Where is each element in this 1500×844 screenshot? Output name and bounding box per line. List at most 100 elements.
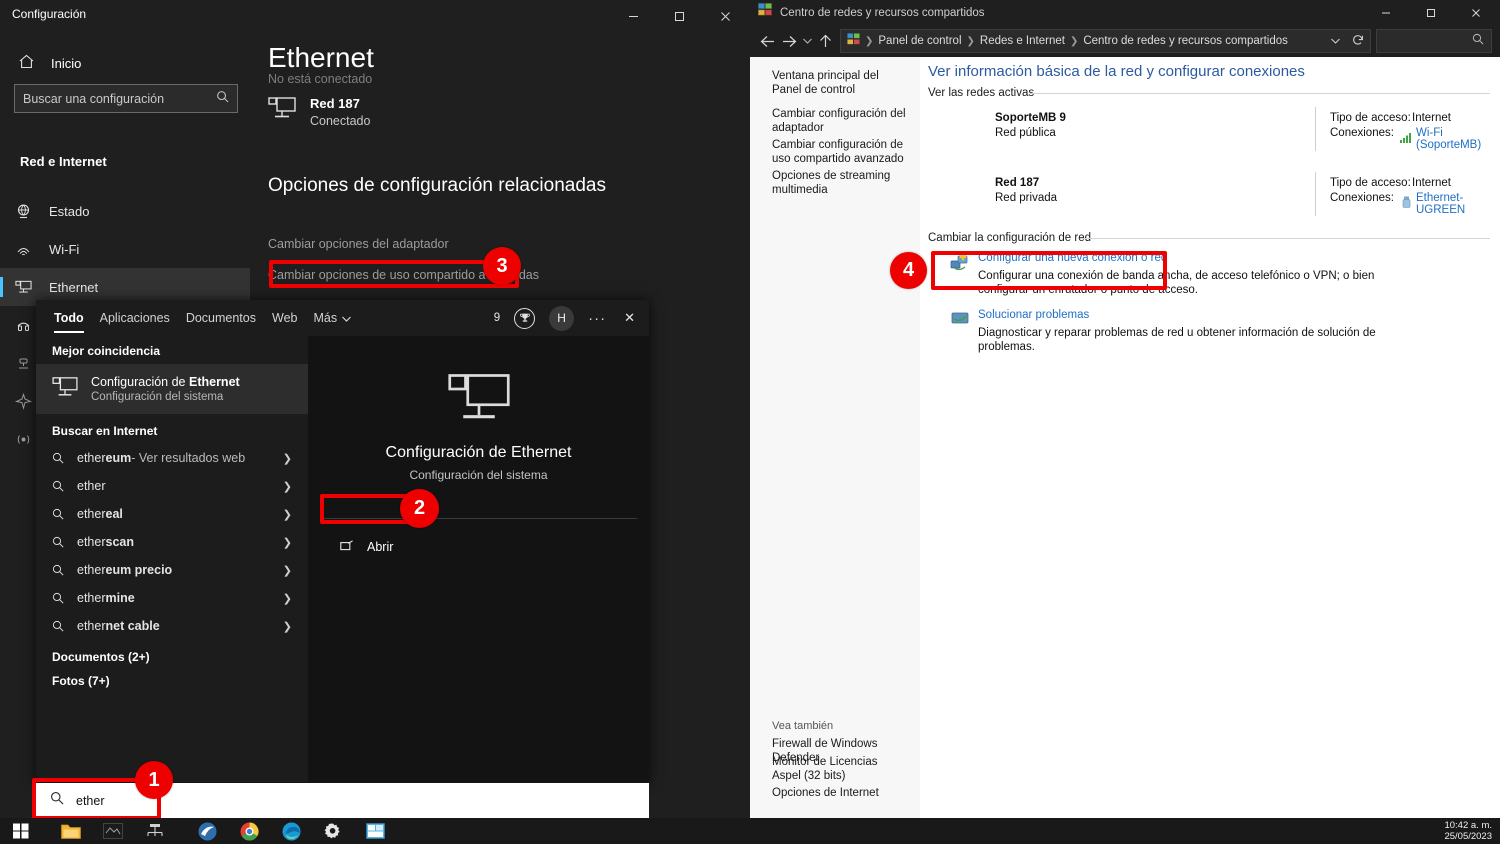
taskbar-clock[interactable]: 10:42 a. m. 25/05/2023 bbox=[1444, 818, 1492, 844]
best-match-result[interactable]: Configuración de Ethernet Configuración … bbox=[36, 364, 308, 414]
setup-new-connection-link[interactable]: Configurar una nueva conexión o red bbox=[978, 252, 1167, 264]
app-dark-icon[interactable] bbox=[92, 818, 134, 844]
network-1-separator bbox=[1315, 107, 1316, 151]
chrome-icon[interactable] bbox=[228, 818, 270, 844]
suggestion-ethereal[interactable]: ether eal ❯ bbox=[36, 500, 308, 528]
search-panel-header: Todo Aplicaciones Documentos Web Más 9 H… bbox=[36, 300, 649, 336]
start-button[interactable] bbox=[0, 818, 42, 844]
change-adapter-options-link[interactable]: Cambiar opciones del adaptador bbox=[268, 237, 449, 251]
search-results-list: Mejor coincidencia Configuración de Ethe… bbox=[36, 336, 308, 782]
tab-todo[interactable]: Todo bbox=[54, 300, 84, 336]
settings-gear-icon[interactable] bbox=[312, 818, 354, 844]
suggestion-bold: mine bbox=[105, 591, 135, 605]
suggestion-ethereum[interactable]: ether eum - Ver resultados web ❯ bbox=[36, 444, 308, 472]
suggestion-ethereum-precio[interactable]: ether eum precio ❯ bbox=[36, 556, 308, 584]
suggestion-prefix: ether bbox=[77, 451, 106, 465]
suggestion-suffix: - Ver resultados web bbox=[131, 451, 246, 465]
link-cambiar-uso-compartido[interactable]: Cambiar configuración de uso compartido … bbox=[772, 138, 907, 166]
network-1-connection[interactable]: Wi-Fi (SoporteMB) bbox=[1400, 127, 1500, 151]
network-2-connection-link[interactable]: Ethernet-UGREEN bbox=[1416, 192, 1500, 216]
see-also-title: Vea también bbox=[772, 720, 834, 732]
breadcrumb-dropdown-icon[interactable] bbox=[1331, 35, 1340, 47]
suggestion-ethermine[interactable]: ether mine ❯ bbox=[36, 584, 308, 612]
suggestion-bold: scan bbox=[105, 535, 135, 549]
settings-section-title: Red e Internet bbox=[20, 154, 107, 169]
edge-icon[interactable] bbox=[270, 818, 312, 844]
setup-new-connection-desc: Configurar una conexión de banda ancha, … bbox=[978, 270, 1375, 296]
ethernet-network-name: Red 187 bbox=[310, 96, 360, 111]
back-button[interactable] bbox=[756, 28, 778, 54]
network-1-connection-link[interactable]: Wi-Fi (SoporteMB) bbox=[1416, 127, 1500, 151]
taskbar-search-box[interactable]: ether bbox=[36, 783, 649, 818]
sidebar-item-home[interactable]: Inicio bbox=[10, 46, 240, 80]
search-icon bbox=[52, 620, 64, 632]
link-monitor-licencias-aspel[interactable]: Monitor de Licencias Aspel (32 bits) bbox=[772, 755, 907, 783]
suggestion-prefix: ether bbox=[77, 563, 106, 577]
taskbar-search-input[interactable]: ether bbox=[76, 794, 105, 808]
control-panel-minimize-button[interactable] bbox=[1363, 0, 1408, 25]
open-button[interactable]: Abrir bbox=[322, 532, 632, 562]
search-icon bbox=[52, 508, 64, 520]
link-ventana-principal[interactable]: Ventana principal del Panel de control bbox=[772, 69, 907, 97]
close-icon[interactable]: ✕ bbox=[620, 310, 639, 326]
search-icon bbox=[52, 564, 64, 576]
troubleshoot-link[interactable]: Solucionar problemas bbox=[978, 309, 1089, 321]
settings-search-box[interactable] bbox=[14, 84, 238, 113]
link-opciones-de-internet[interactable]: Opciones de Internet bbox=[772, 786, 907, 800]
page-title: Ethernet bbox=[268, 42, 374, 73]
fotos-group-label[interactable]: Fotos (7+) bbox=[36, 670, 308, 694]
link-opciones-streaming[interactable]: Opciones de streaming multimedia bbox=[772, 169, 907, 197]
breadcrumb-item-panel-de-control[interactable]: Panel de control bbox=[878, 35, 961, 47]
ethernet-icon bbox=[268, 96, 296, 125]
network-1-connections-label: Conexiones: bbox=[1330, 127, 1394, 139]
ethernet-network-status: Conectado bbox=[310, 114, 371, 128]
breadcrumb[interactable]: ❯ Panel de control ❯ Redes e Internet ❯ … bbox=[840, 29, 1371, 53]
sidebar-item-estado[interactable]: Estado bbox=[0, 192, 250, 230]
control-panel-titlebar: Centro de redes y recursos compartidos bbox=[750, 0, 1500, 25]
documentos-group-label[interactable]: Documentos (2+) bbox=[36, 640, 308, 670]
vpn-icon bbox=[14, 354, 32, 372]
tab-mas[interactable]: Más bbox=[313, 300, 352, 336]
search-panel-header-actions: 9 H ··· ✕ bbox=[494, 300, 639, 336]
network-2-separator bbox=[1315, 172, 1316, 216]
search-icon bbox=[52, 452, 64, 464]
suggestion-ethernet-cable[interactable]: ether net cable ❯ bbox=[36, 612, 308, 640]
link-cambiar-config-adaptador[interactable]: Cambiar configuración del adaptador bbox=[772, 107, 907, 135]
open-button-label: Abrir bbox=[367, 540, 394, 554]
breadcrumb-item-centro-de-redes[interactable]: Centro de redes y recursos compartidos bbox=[1083, 35, 1288, 47]
avatar[interactable]: H bbox=[549, 305, 575, 331]
recent-locations-button[interactable] bbox=[800, 28, 814, 54]
refresh-icon[interactable] bbox=[1352, 34, 1364, 49]
network-2-connection[interactable]: Ethernet-UGREEN bbox=[1402, 192, 1500, 216]
tab-documentos[interactable]: Documentos bbox=[186, 300, 256, 336]
settings-close-button[interactable] bbox=[702, 0, 748, 32]
settings-search-input[interactable] bbox=[23, 91, 216, 106]
settings-minimize-button[interactable] bbox=[610, 0, 656, 32]
control-panel-close-button[interactable] bbox=[1453, 0, 1498, 25]
tab-web[interactable]: Web bbox=[272, 300, 297, 336]
control-panel-search-box[interactable] bbox=[1376, 29, 1492, 53]
suggestion-etherscan[interactable]: ether scan ❯ bbox=[36, 528, 308, 556]
sidebar-item-wifi[interactable]: Wi-Fi bbox=[0, 230, 250, 268]
breadcrumb-item-redes-e-internet[interactable]: Redes e Internet bbox=[980, 35, 1065, 47]
ethernet-network-entry[interactable]: Red 187 Conectado bbox=[268, 96, 370, 128]
more-options-icon[interactable]: ··· bbox=[588, 310, 606, 327]
search-icon bbox=[52, 536, 64, 548]
open-external-icon bbox=[340, 539, 354, 555]
up-button[interactable] bbox=[814, 28, 836, 54]
tab-aplicaciones[interactable]: Aplicaciones bbox=[100, 300, 170, 336]
browser-blue-icon[interactable] bbox=[186, 818, 228, 844]
suggestion-ether[interactable]: ether ❯ bbox=[36, 472, 308, 500]
photos-icon[interactable] bbox=[354, 818, 396, 844]
tab-mas-label: Más bbox=[313, 311, 338, 325]
troubleshoot-icon bbox=[950, 310, 970, 333]
file-explorer-icon[interactable] bbox=[50, 818, 92, 844]
network-tool-icon[interactable] bbox=[134, 818, 176, 844]
settings-maximize-button[interactable] bbox=[656, 0, 702, 32]
globe-status-icon bbox=[14, 202, 32, 220]
forward-button[interactable] bbox=[778, 28, 800, 54]
control-panel-maximize-button[interactable] bbox=[1408, 0, 1453, 25]
control-panel-window: Centro de redes y recursos compartidos ❯… bbox=[750, 0, 1500, 818]
rewards-trophy-icon[interactable] bbox=[514, 307, 536, 329]
breadcrumb-separator: ❯ bbox=[1069, 35, 1079, 47]
